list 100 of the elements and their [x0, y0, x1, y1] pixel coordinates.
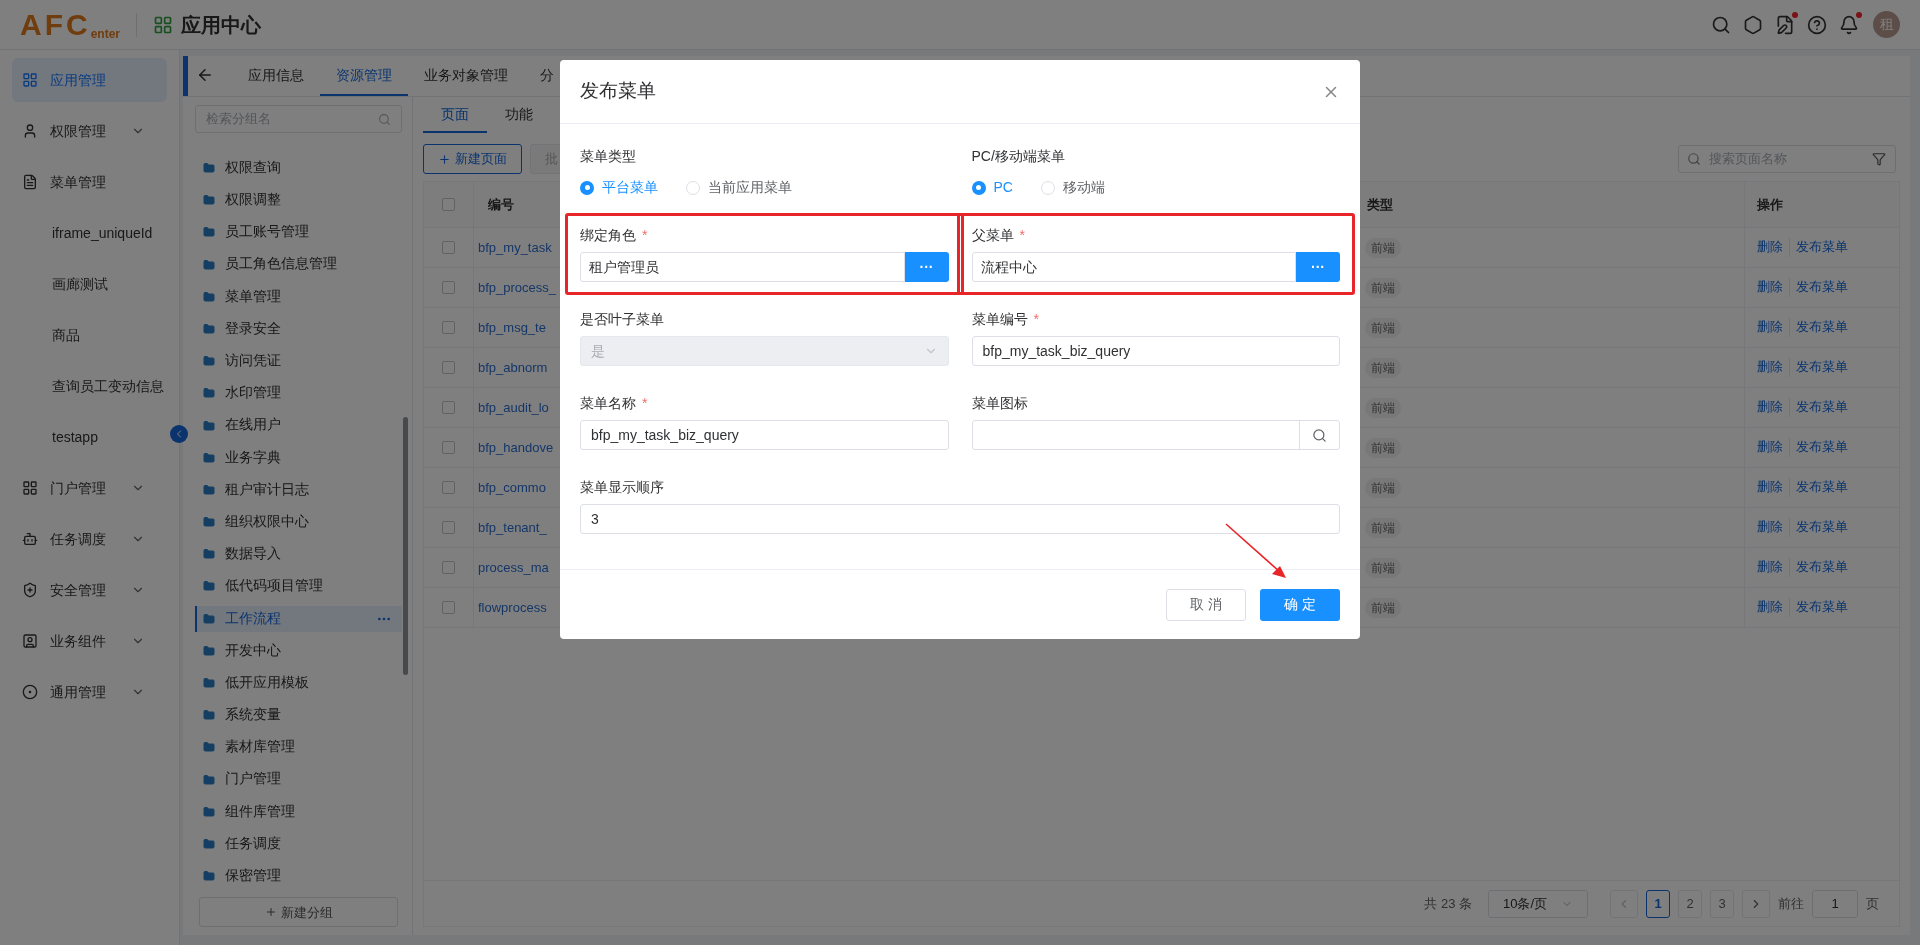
group-item[interactable]: 登录安全: [195, 315, 402, 342]
delete-link[interactable]: 删除: [1757, 518, 1790, 537]
radio[interactable]: [580, 180, 594, 195]
delete-link[interactable]: 删除: [1757, 478, 1790, 497]
input-field[interactable]: 3: [580, 504, 1340, 534]
checkbox[interactable]: [442, 198, 455, 211]
group-item[interactable]: 权限调整: [195, 187, 402, 214]
publish-menu-link[interactable]: 发布菜单: [1790, 518, 1848, 537]
add-group-button[interactable]: 新建分组: [199, 897, 398, 928]
group-item[interactable]: 员工账号管理: [195, 219, 402, 246]
page-code-link[interactable]: bfp_handove: [478, 437, 554, 458]
page-code-link[interactable]: bfp_abnorm: [478, 357, 548, 378]
publish-menu-link[interactable]: 发布菜单: [1790, 598, 1848, 617]
page-size-select[interactable]: 10条/页: [1488, 889, 1588, 918]
sidebar-item[interactable]: 安全管理: [12, 568, 167, 612]
group-item[interactable]: 系统变量: [195, 702, 402, 729]
cancel-button[interactable]: 取 消: [1166, 588, 1246, 621]
sidebar-item[interactable]: 菜单管理: [12, 160, 167, 204]
group-item[interactable]: 低代码项目管理: [195, 573, 402, 600]
page-code-link[interactable]: bfp_msg_te: [478, 317, 546, 338]
publish-menu-link[interactable]: 发布菜单: [1790, 238, 1848, 257]
input-field[interactable]: 流程中心: [971, 252, 1296, 282]
radio-option[interactable]: PC: [971, 177, 1013, 198]
radio[interactable]: [971, 180, 986, 195]
more-button[interactable]: ···: [904, 252, 949, 282]
radio-option[interactable]: 移动端: [1040, 177, 1105, 198]
group-item[interactable]: 菜单管理: [195, 283, 402, 310]
group-item[interactable]: 权限查询: [195, 155, 402, 181]
page-code-link[interactable]: bfp_tenant_: [478, 517, 547, 538]
delete-link[interactable]: 删除: [1757, 398, 1790, 417]
checkbox[interactable]: [442, 401, 455, 414]
group-item[interactable]: 门户管理: [195, 766, 402, 793]
checkbox[interactable]: [442, 321, 455, 334]
sidebar-item[interactable]: iframe_uniqueId: [12, 211, 167, 255]
sidebar-item[interactable]: 权限管理: [12, 109, 167, 153]
group-item[interactable]: 保密管理: [195, 863, 402, 890]
tab[interactable]: 页面: [423, 97, 487, 133]
collapse-button[interactable]: [170, 425, 188, 443]
page-code-link[interactable]: bfp_my_task: [478, 237, 552, 258]
delete-link[interactable]: 删除: [1757, 358, 1790, 377]
group-item[interactable]: 租户审计日志: [195, 476, 402, 503]
input-field[interactable]: bfp_my_task_biz_query: [580, 420, 949, 450]
publish-menu-link[interactable]: 发布菜单: [1790, 358, 1848, 377]
delete-link[interactable]: 删除: [1757, 238, 1790, 257]
sidebar-item[interactable]: 业务组件: [12, 619, 167, 663]
publish-menu-link[interactable]: 发布菜单: [1790, 318, 1848, 337]
checkbox[interactable]: [442, 441, 455, 454]
page-code-link[interactable]: bfp_audit_lo: [478, 397, 549, 418]
next-page-button[interactable]: [1742, 889, 1770, 918]
group-item[interactable]: 任务调度: [195, 830, 402, 857]
sidebar-item[interactable]: 通用管理: [12, 670, 167, 714]
checkbox[interactable]: [442, 601, 455, 614]
delete-link[interactable]: 删除: [1757, 598, 1790, 617]
group-item[interactable]: 员工角色信息管理: [195, 251, 402, 278]
sidebar-item[interactable]: 商品: [12, 313, 167, 357]
delete-link[interactable]: 删除: [1757, 278, 1790, 297]
radio-option[interactable]: 当前应用菜单: [686, 177, 792, 198]
checkbox[interactable]: [442, 281, 455, 294]
new-page-button[interactable]: 新建页面: [423, 144, 522, 174]
page-button[interactable]: 2: [1678, 889, 1702, 918]
group-item[interactable]: 在线用户: [195, 412, 402, 439]
confirm-button[interactable]: 确 定: [1260, 588, 1340, 621]
group-item[interactable]: 素材库管理: [195, 734, 402, 761]
publish-menu-link[interactable]: 发布菜单: [1790, 438, 1848, 457]
checkbox[interactable]: [442, 241, 455, 254]
page-button[interactable]: 3: [1710, 889, 1734, 918]
prev-page-button[interactable]: [1610, 889, 1638, 918]
radio-option[interactable]: 平台菜单: [580, 177, 658, 198]
sidebar-item[interactable]: 应用管理: [12, 58, 167, 102]
sidebar-item[interactable]: 门户管理: [12, 466, 167, 510]
page-code-link[interactable]: bfp_process_: [478, 277, 557, 298]
checkbox[interactable]: [442, 361, 455, 374]
page-code-link[interactable]: flowprocess: [478, 597, 547, 618]
filter-icon[interactable]: [1872, 152, 1886, 166]
tab[interactable]: 分: [524, 56, 570, 96]
group-item[interactable]: 组件库管理: [195, 798, 402, 825]
tab[interactable]: 应用信息: [232, 56, 320, 96]
group-item[interactable]: 开发中心: [195, 637, 402, 664]
checkbox[interactable]: [442, 521, 455, 534]
group-item[interactable]: 数据导入: [195, 541, 402, 568]
page-code-link[interactable]: bfp_commo: [478, 477, 546, 498]
publish-menu-link[interactable]: 发布菜单: [1790, 558, 1848, 577]
input-field[interactable]: 租户管理员: [580, 252, 905, 282]
page-code-link[interactable]: process_ma: [478, 557, 549, 578]
tab[interactable]: 功能: [487, 97, 551, 133]
group-item[interactable]: 工作流程: [195, 605, 402, 632]
checkbox[interactable]: [442, 561, 455, 574]
group-item[interactable]: 访问凭证: [195, 348, 402, 375]
delete-link[interactable]: 删除: [1757, 438, 1790, 457]
group-item[interactable]: 业务字典: [195, 444, 402, 471]
sidebar-item[interactable]: testapp: [12, 415, 167, 459]
publish-menu-link[interactable]: 发布菜单: [1790, 278, 1848, 297]
tab[interactable]: 业务对象管理: [408, 56, 524, 96]
group-item[interactable]: 低开应用模板: [195, 670, 402, 696]
page-button[interactable]: 1: [1646, 889, 1670, 918]
icon-field[interactable]: [971, 420, 1340, 450]
delete-link[interactable]: 删除: [1757, 318, 1790, 337]
group-item[interactable]: 水印管理: [195, 380, 402, 407]
publish-menu-link[interactable]: 发布菜单: [1790, 398, 1848, 417]
sidebar-item[interactable]: 查询员工变动信息: [12, 364, 167, 408]
